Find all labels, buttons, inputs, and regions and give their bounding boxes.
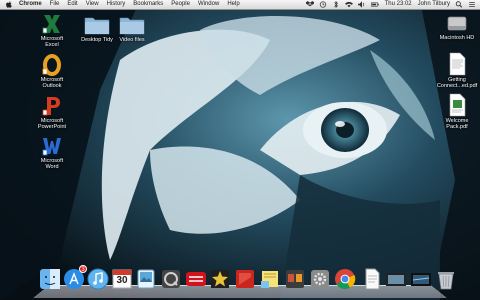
dock-podcast-app[interactable] xyxy=(185,268,207,290)
dock-red-app[interactable] xyxy=(234,268,256,290)
dock-chrome[interactable] xyxy=(334,268,356,290)
folder-icon xyxy=(119,17,145,35)
desktop-icon-macintosh-hd[interactable]: Macintosh HD xyxy=(434,12,480,41)
stickies-icon xyxy=(261,271,278,288)
dock-finder[interactable] xyxy=(39,268,61,290)
word-icon xyxy=(42,138,61,156)
dock-photo-booth[interactable] xyxy=(284,268,306,290)
menu-help[interactable]: Help xyxy=(227,0,239,9)
apple-menu-icon[interactable] xyxy=(6,1,12,8)
outlook-icon xyxy=(42,54,61,76)
menu-edit[interactable]: Edit xyxy=(67,0,77,9)
photo-booth-icon xyxy=(286,270,304,288)
dock-photo-app[interactable] xyxy=(209,268,231,290)
folder-icon xyxy=(84,17,110,35)
chrome-icon xyxy=(335,269,356,289)
dock-document[interactable] xyxy=(361,268,383,290)
notification-center-icon[interactable] xyxy=(468,1,476,8)
pdf-document-icon xyxy=(449,93,466,117)
desktop-icon-label: Video files xyxy=(119,37,145,43)
menu-people[interactable]: People xyxy=(171,0,190,9)
finder-icon xyxy=(40,269,60,289)
image-viewer-icon xyxy=(386,273,406,286)
dock-stickies[interactable] xyxy=(259,268,281,290)
desktop-icon-label: Microsoft PowerPoint xyxy=(37,118,67,130)
menu-file[interactable]: File xyxy=(50,0,60,9)
battery-icon[interactable] xyxy=(370,1,379,8)
time-machine-icon[interactable] xyxy=(319,1,327,8)
calendar-date: 30 xyxy=(116,275,128,286)
desktop-icon-powerpoint[interactable]: Microsoft PowerPoint xyxy=(29,95,75,130)
dock-preferences[interactable] xyxy=(309,268,331,290)
dock-app-store[interactable]: 3 xyxy=(63,265,87,290)
trash-icon xyxy=(438,272,454,290)
wifi-icon[interactable] xyxy=(344,1,353,8)
dock-preview[interactable] xyxy=(135,268,157,290)
star-icon xyxy=(211,270,229,288)
desktop-icon-label: Microsoft Word xyxy=(40,158,64,170)
dock-quicktime[interactable] xyxy=(160,268,182,290)
red-app-icon xyxy=(236,270,254,288)
dropbox-icon[interactable] xyxy=(305,1,314,8)
desktop-icon-label: Macintosh HD xyxy=(439,35,475,41)
itunes-icon xyxy=(87,268,109,290)
desktop-icon-label: Getting Connect...ed.pdf xyxy=(436,77,478,89)
desktop-icon-excel[interactable]: Microsoft Excel xyxy=(29,13,75,48)
preview-icon xyxy=(137,269,155,289)
pdf-document-icon xyxy=(449,52,466,76)
status-area: Thu 23:02 John Tilbury xyxy=(301,0,476,9)
desktop-icon-label: Microsoft Outlook xyxy=(40,77,64,89)
desktop-icon-word[interactable]: Microsoft Word xyxy=(29,135,75,170)
spotlight-search-icon[interactable] xyxy=(455,1,463,8)
menu-view[interactable]: View xyxy=(86,0,99,9)
menu-user-name[interactable]: John Tilbury xyxy=(418,0,450,9)
menu-bar: Chrome File Edit View History Bookmarks … xyxy=(0,0,480,10)
menu-clock[interactable]: Thu 23:02 xyxy=(385,0,412,9)
dock: 3 30 xyxy=(33,265,454,298)
dock-trash[interactable] xyxy=(435,268,457,290)
desktop-icon-label: Microsoft Excel xyxy=(40,36,64,48)
screen-icon xyxy=(411,273,431,286)
dock-itunes[interactable] xyxy=(87,268,109,290)
gear-icon xyxy=(311,270,329,288)
app-store-badge: 3 xyxy=(79,265,87,273)
hard-drive-icon xyxy=(447,16,467,31)
volume-icon[interactable] xyxy=(357,1,366,8)
desktop-icon-welcome-pack-pdf[interactable]: Welcome Pack.pdf xyxy=(434,93,480,130)
bluetooth-icon[interactable] xyxy=(332,1,340,8)
podcast-app-icon xyxy=(186,272,206,286)
document-icon xyxy=(365,268,380,290)
dock-calendar[interactable]: 30 xyxy=(111,268,133,290)
desktop-icon-label: Welcome Pack.pdf xyxy=(445,118,469,130)
menu-bookmarks[interactable]: Bookmarks xyxy=(133,0,163,9)
desktop-icon-outlook[interactable]: Microsoft Outlook xyxy=(29,54,75,89)
desktop-icon-getting-connected-pdf[interactable]: Getting Connect...ed.pdf xyxy=(434,52,480,89)
dock-image-viewer[interactable] xyxy=(385,268,407,290)
menu-window[interactable]: Window xyxy=(198,0,219,9)
quicktime-icon xyxy=(162,270,180,288)
powerpoint-icon xyxy=(42,97,60,116)
menu-history[interactable]: History xyxy=(107,0,126,9)
desktop-folder-video-files[interactable]: Video files xyxy=(109,14,155,43)
dock-screen-app[interactable] xyxy=(410,268,432,290)
menu-app-name[interactable]: Chrome xyxy=(19,0,42,9)
excel-icon xyxy=(42,15,60,34)
